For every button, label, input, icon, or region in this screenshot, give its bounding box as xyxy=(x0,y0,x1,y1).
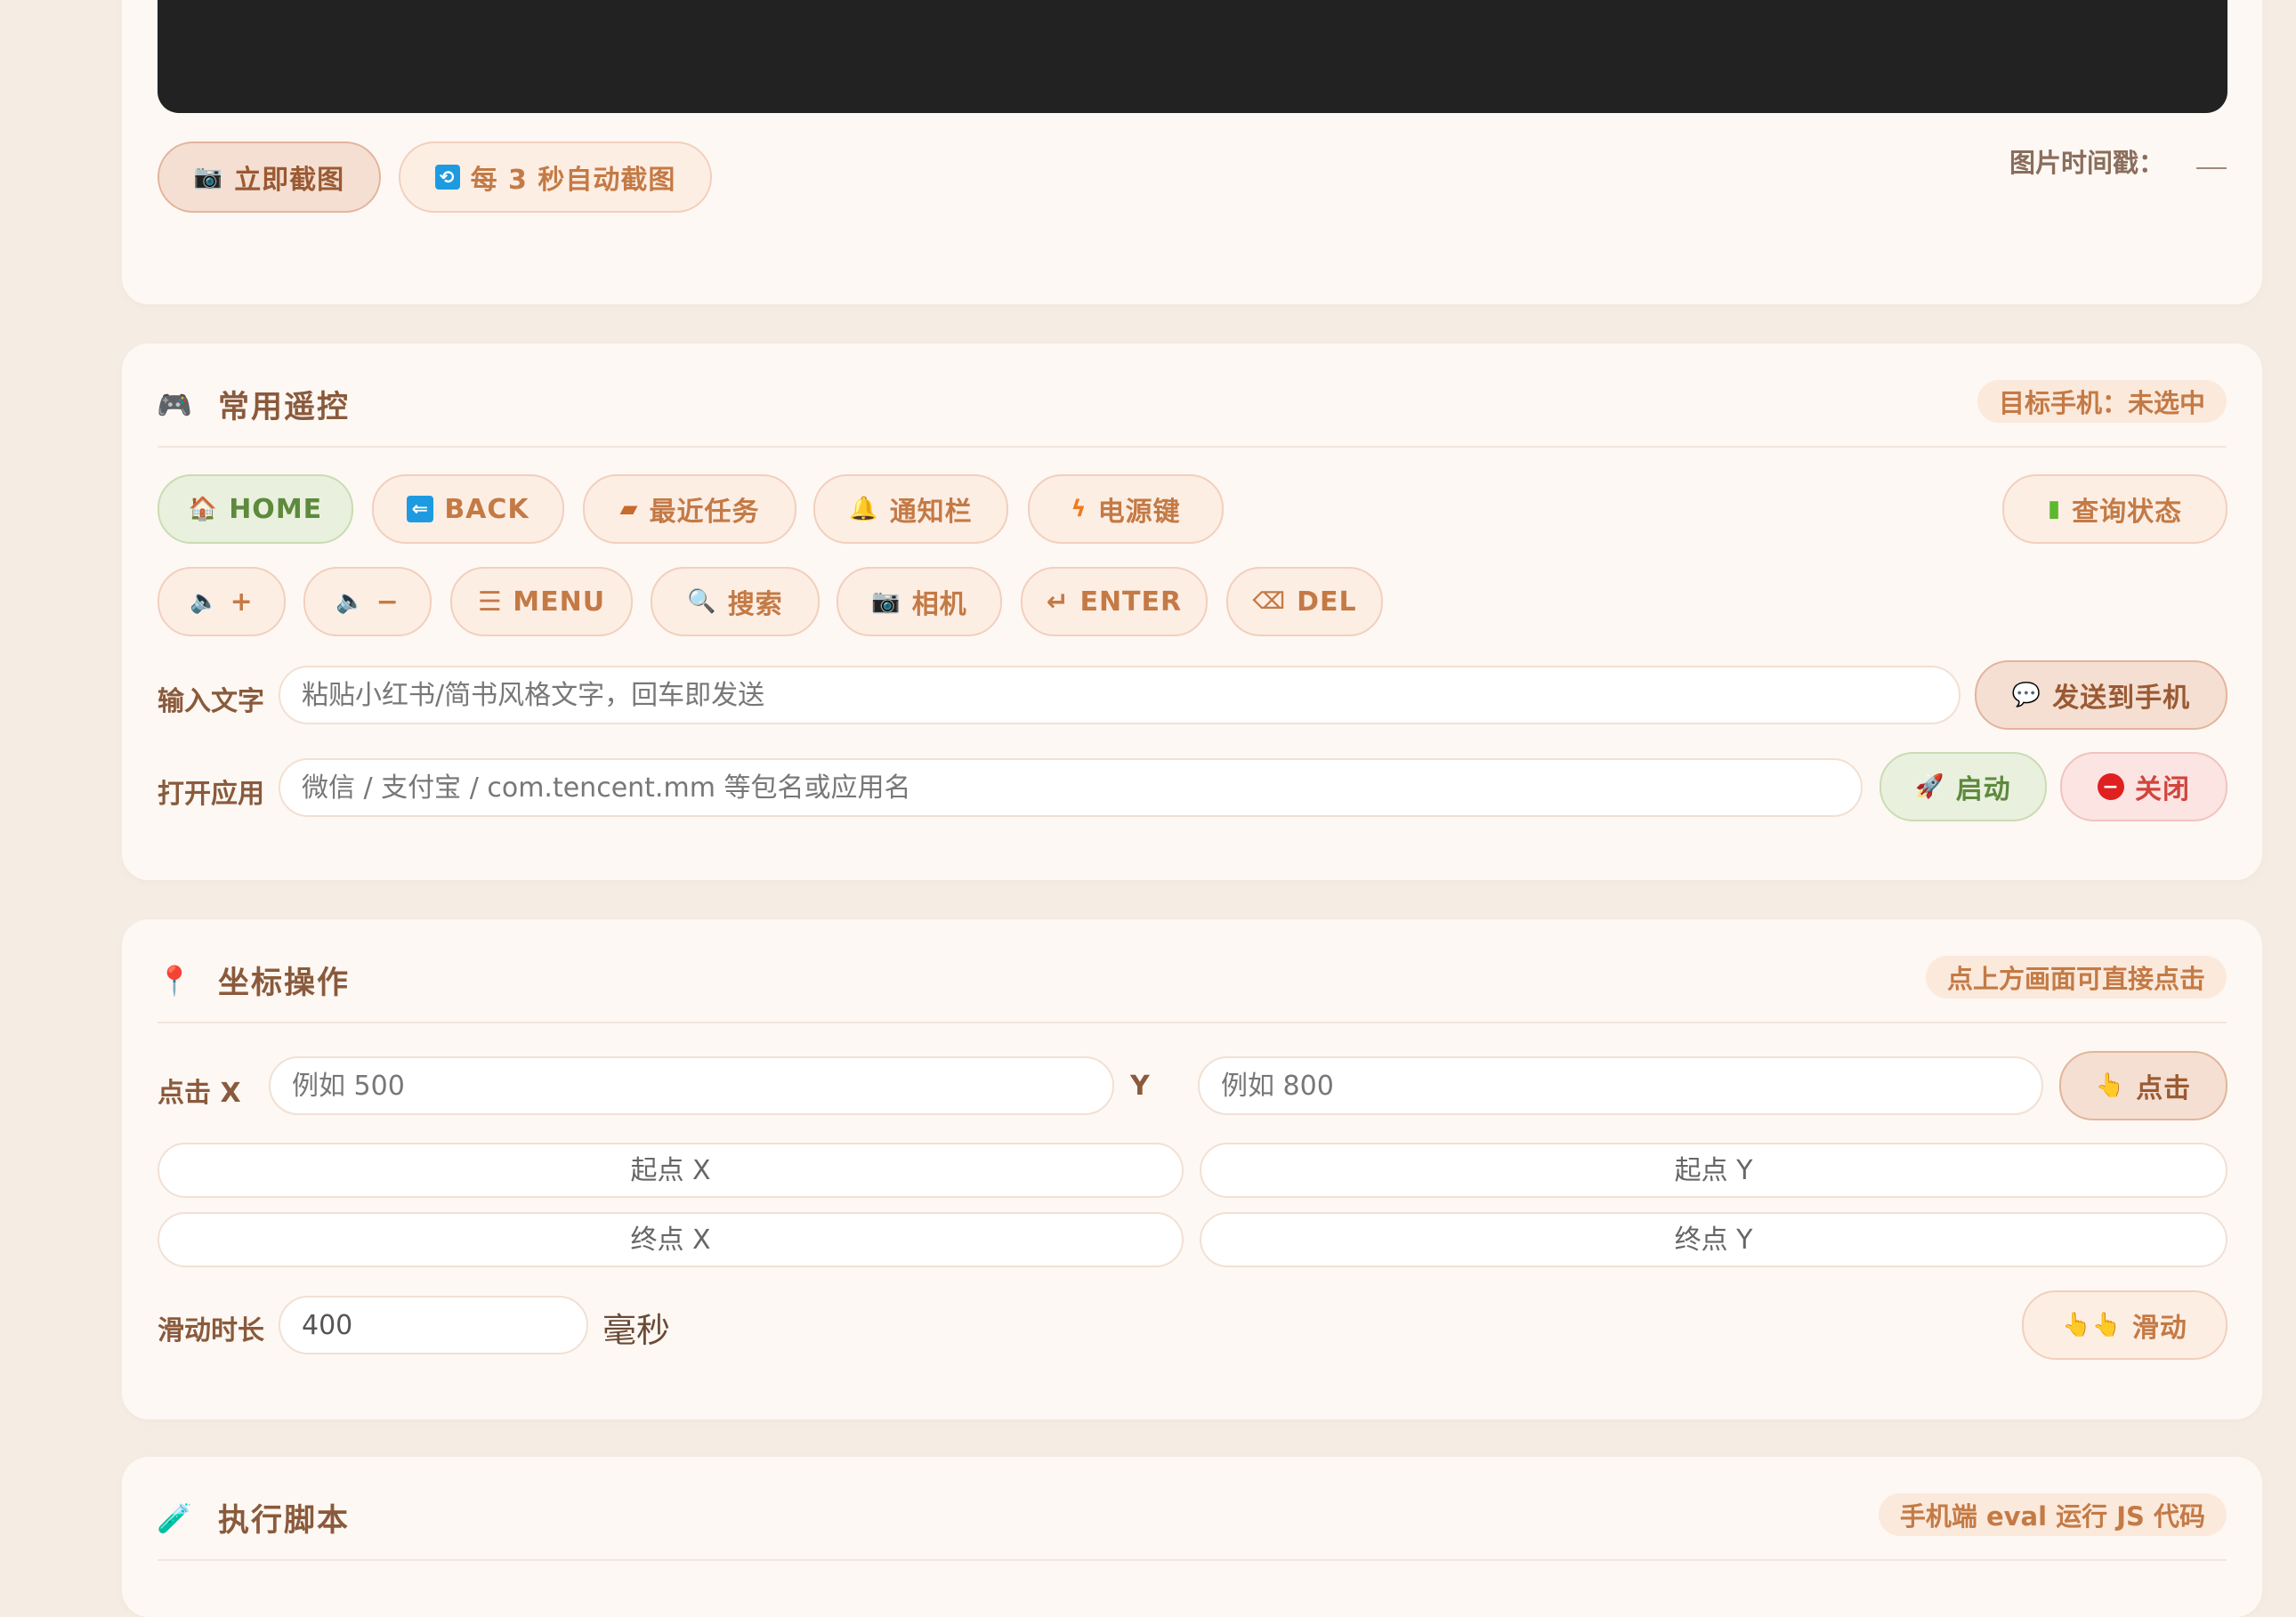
pointing-hands-icon: 👆👆 xyxy=(2062,1312,2122,1338)
camera-icon: 📷 xyxy=(871,588,901,615)
volume-up-button[interactable]: 🔈 + xyxy=(158,567,286,636)
test-tube-icon: 🧪 xyxy=(157,1500,194,1535)
remote-card: 🎮 常用遥控 目标手机：未选中 🏠 HOME ⇐ BACK ▰ 最近任务 🔔 通… xyxy=(122,344,2262,880)
start-x-input[interactable] xyxy=(158,1143,1184,1198)
swipe-button[interactable]: 👆👆 滑动 xyxy=(2022,1290,2227,1360)
script-title: 🧪 执行脚本 xyxy=(157,1500,351,1540)
folder-icon: ▰ xyxy=(619,496,639,522)
home-button[interactable]: 🏠 HOME xyxy=(158,474,353,544)
backspace-icon: ⌫ xyxy=(1252,588,1287,615)
text-input-field[interactable] xyxy=(279,666,1960,724)
launch-button[interactable]: 🚀 启动 xyxy=(1880,752,2047,821)
click-y-input[interactable] xyxy=(1198,1056,2043,1115)
coords-title: 📍 坐标操作 xyxy=(157,963,351,1002)
auto-capture-button[interactable]: ⟲ 每 3 秒自动截图 xyxy=(399,141,712,213)
screenshot-area[interactable] xyxy=(158,0,2227,113)
coords-header: 📍 坐标操作 点上方画面可直接点击 xyxy=(157,919,2227,1023)
timestamp-value xyxy=(2196,153,2227,169)
gamepad-icon: 🎮 xyxy=(157,387,194,422)
click-hint-badge: 点上方画面可直接点击 xyxy=(1925,956,2227,998)
open-app-label: 打开应用 xyxy=(158,779,264,810)
pushpin-icon: 📍 xyxy=(157,963,194,998)
timestamp: 图片时间戳： xyxy=(2009,142,2227,180)
duration-label: 滑动时长 xyxy=(158,1315,264,1346)
remote-title: 🎮 常用遥控 xyxy=(157,387,351,426)
notification-button[interactable]: 🔔 通知栏 xyxy=(813,474,1008,544)
text-input-label: 输入文字 xyxy=(158,686,264,717)
volume-down-button[interactable]: 🔈 − xyxy=(303,567,432,636)
menu-button[interactable]: ☰ MENU xyxy=(450,567,633,636)
query-status-button[interactable]: ▮ 查询状态 xyxy=(2002,474,2227,544)
enter-button[interactable]: ↵ ENTER xyxy=(1021,567,1208,636)
delete-button[interactable]: ⌫ DEL xyxy=(1226,567,1383,636)
remote-header: 🎮 常用遥控 目标手机：未选中 xyxy=(157,344,2227,448)
magnifier-icon: 🔍 xyxy=(687,588,717,615)
script-header: 🧪 执行脚本 手机端 eval 运行 JS 代码 xyxy=(157,1457,2227,1561)
send-to-phone-button[interactable]: 💬 发送到手机 xyxy=(1975,660,2227,730)
click-y-label: Y xyxy=(1130,1071,1150,1102)
capture-now-button[interactable]: 📷 立即截图 xyxy=(158,141,381,213)
tap-button[interactable]: 👆 点击 xyxy=(2059,1051,2227,1120)
click-x-input[interactable] xyxy=(269,1056,1114,1115)
bell-icon: 🔔 xyxy=(849,496,879,522)
duration-input[interactable] xyxy=(279,1296,588,1354)
start-y-input[interactable] xyxy=(1200,1143,2227,1198)
rocket-icon: 🚀 xyxy=(1915,773,1945,800)
pointing-hand-icon: 👆 xyxy=(2095,1072,2126,1099)
back-arrow-icon: ⇐ xyxy=(407,496,434,522)
power-button[interactable]: ϟ 电源键 xyxy=(1028,474,1224,544)
end-y-input[interactable] xyxy=(1200,1212,2227,1267)
recent-tasks-button[interactable]: ▰ 最近任务 xyxy=(583,474,796,544)
refresh-icon: ⟲ xyxy=(434,165,460,190)
speaker-icon: 🔈 xyxy=(336,588,366,615)
coords-card: 📍 坐标操作 点上方画面可直接点击 点击 X Y 👆 点击 滑动时长 毫秒 👆👆… xyxy=(122,919,2262,1419)
no-entry-icon: − xyxy=(2098,773,2124,800)
screenshot-card: 📷 立即截图 ⟲ 每 3 秒自动截图 图片时间戳： xyxy=(122,0,2262,304)
click-x-label: 点击 X xyxy=(158,1078,241,1109)
duration-unit: 毫秒 xyxy=(602,1311,671,1350)
speaker-icon: 🔈 xyxy=(190,588,220,615)
script-hint-badge: 手机端 eval 运行 JS 代码 xyxy=(1878,1493,2227,1536)
open-app-field[interactable] xyxy=(279,758,1863,817)
battery-icon: ▮ xyxy=(2047,496,2062,522)
house-icon: 🏠 xyxy=(188,496,219,522)
camera-icon: 📷 xyxy=(193,164,224,190)
lightning-icon: ϟ xyxy=(1071,496,1087,522)
speech-bubble-icon: 💬 xyxy=(2011,682,2042,708)
search-button[interactable]: 🔍 搜索 xyxy=(651,567,820,636)
camera-button[interactable]: 📷 相机 xyxy=(837,567,1002,636)
script-card: 🧪 执行脚本 手机端 eval 运行 JS 代码 xyxy=(122,1457,2262,1617)
end-x-input[interactable] xyxy=(158,1212,1184,1267)
back-button[interactable]: ⇐ BACK xyxy=(372,474,564,544)
close-app-button[interactable]: − 关闭 xyxy=(2060,752,2227,821)
target-phone-badge: 目标手机：未选中 xyxy=(1977,380,2227,423)
